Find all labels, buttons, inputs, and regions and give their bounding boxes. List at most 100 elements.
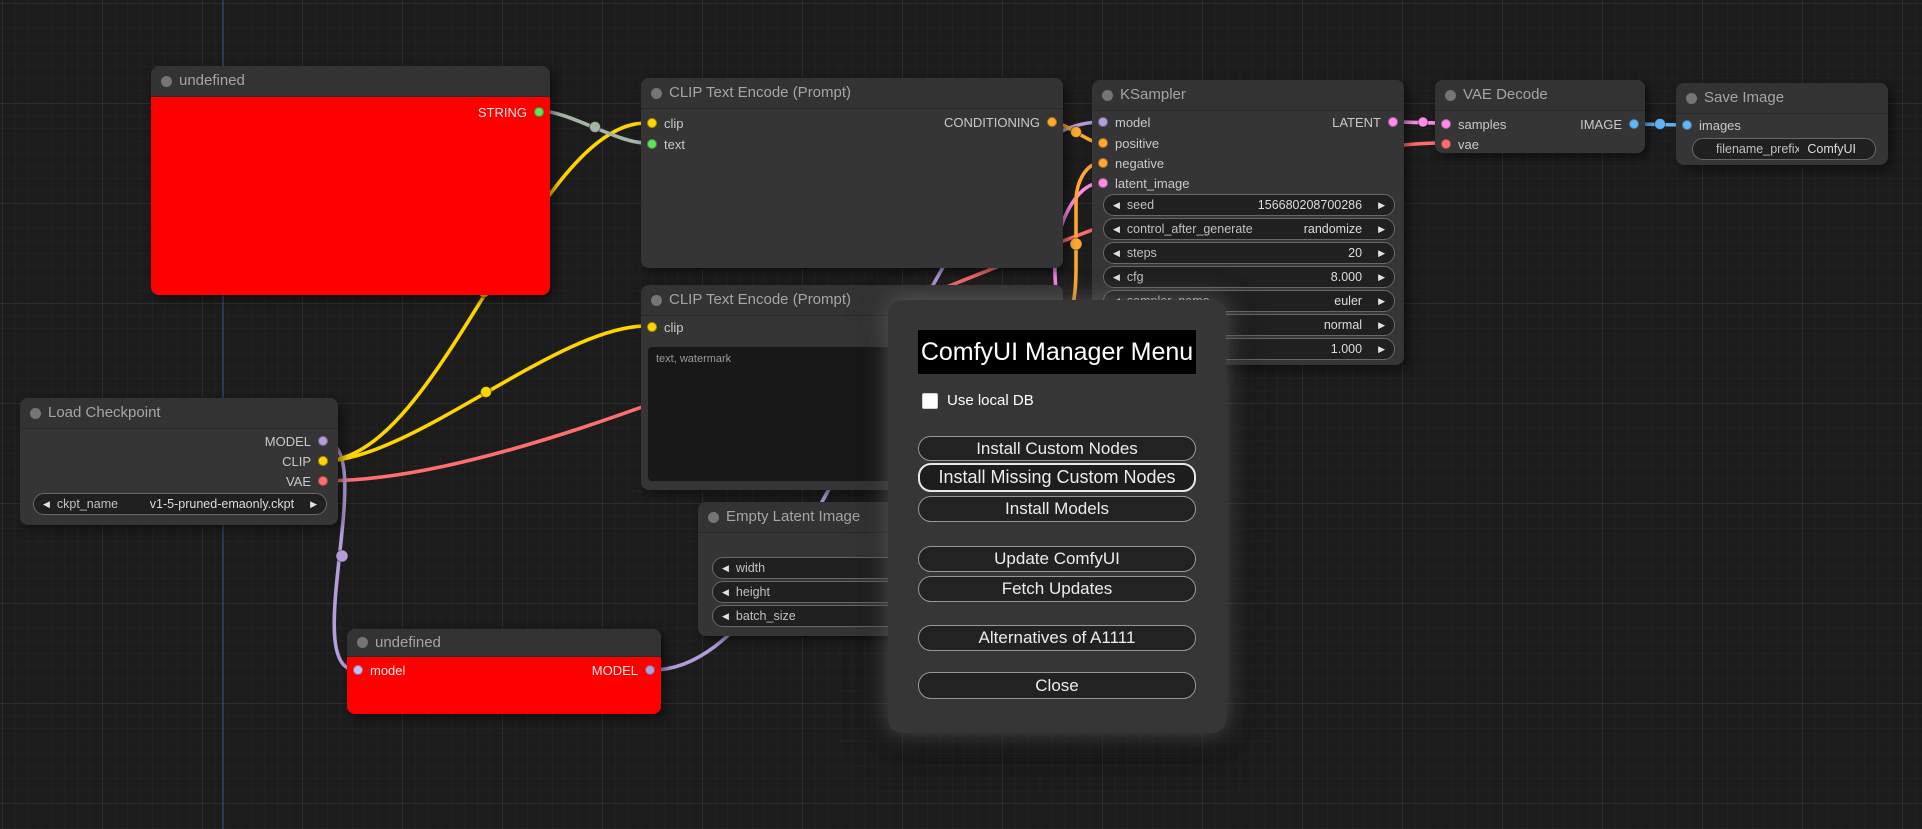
update-comfyui-button[interactable]: Update ComfyUI [918,546,1196,572]
port-label: CONDITIONING [943,114,1040,130]
node-load-checkpoint[interactable]: Load Checkpoint MODEL CLIP VAE ◀ ckpt_na… [20,398,338,525]
control-after-generate-widget[interactable]: ◀ control_after_generate randomize ▶ [1103,218,1395,240]
collapse-dot-icon[interactable] [708,512,719,523]
port-label: IMAGE [1580,116,1622,132]
node-title-bar[interactable]: Save Image [1676,83,1888,114]
install-models-button[interactable]: Install Models [918,496,1196,522]
install-custom-nodes-button[interactable]: Install Custom Nodes [918,436,1196,461]
node-title: CLIP Text Encode (Prompt) [669,84,852,101]
model-port-icon[interactable] [645,665,655,675]
conditioning-port-icon[interactable] [1098,138,1108,148]
fetch-updates-button[interactable]: Fetch Updates [918,576,1196,602]
link-dot [1654,118,1666,130]
collapse-dot-icon[interactable] [1686,93,1697,104]
port-label: STRING [477,104,527,120]
error-node-body: model MODEL [347,657,661,714]
output-model[interactable]: MODEL [347,660,661,680]
clip-port-icon[interactable] [318,456,328,466]
node-title: CLIP Text Encode (Prompt) [669,291,852,308]
node-clip-text-encode-top[interactable]: CLIP Text Encode (Prompt) clip text COND… [641,78,1063,268]
node-save-image[interactable]: Save Image images filename_prefix ComfyU… [1676,83,1888,165]
input-negative[interactable]: negative [1092,153,1404,173]
port-label: clip [664,319,684,335]
image-port-icon[interactable] [1682,120,1692,130]
input-images[interactable]: images [1676,115,1888,135]
decrement-arrow-icon[interactable]: ◀ [1113,272,1120,283]
decrement-arrow-icon[interactable]: ◀ [1113,248,1120,259]
input-latent-image[interactable]: latent_image [1092,173,1404,193]
increment-arrow-icon[interactable]: ▶ [1378,248,1385,259]
output-model[interactable]: MODEL [20,431,338,451]
collapse-dot-icon[interactable] [1445,90,1456,101]
node-undefined-bottom[interactable]: undefined model MODEL [347,629,661,714]
output-conditioning[interactable]: CONDITIONING [641,112,1063,132]
output-latent[interactable]: LATENT [1092,112,1404,132]
collapse-dot-icon[interactable] [1102,90,1113,101]
increment-arrow-icon[interactable]: ▶ [1378,344,1385,355]
decrement-arrow-icon[interactable]: ◀ [43,499,50,510]
increment-arrow-icon[interactable]: ▶ [1378,296,1385,307]
decrement-arrow-icon[interactable]: ◀ [722,563,729,574]
increment-arrow-icon[interactable]: ▶ [1378,200,1385,211]
node-title: Save Image [1704,89,1785,106]
increment-arrow-icon[interactable]: ▶ [1378,272,1385,283]
increment-arrow-icon[interactable]: ▶ [1378,224,1385,235]
conditioning-port-icon[interactable] [1098,158,1108,168]
collapse-dot-icon[interactable] [161,76,172,87]
conditioning-port-icon[interactable] [1047,117,1057,127]
node-vae-decode[interactable]: VAE Decode samples vae IMAGE [1435,80,1645,153]
node-title-bar[interactable]: VAE Decode [1435,80,1645,111]
node-title-bar[interactable]: undefined [151,66,550,97]
seed-widget[interactable]: ◀ seed 156680208700286 ▶ [1103,194,1395,216]
string-port-icon[interactable] [534,107,544,117]
output-vae[interactable]: VAE [20,471,338,491]
node-title-bar[interactable]: undefined [347,629,661,657]
image-port-icon[interactable] [1629,119,1639,129]
use-local-db-label: Use local DB [947,392,1034,409]
collapse-dot-icon[interactable] [651,295,662,306]
alternatives-of-a1111-button[interactable]: Alternatives of A1111 [918,625,1196,651]
model-port-icon[interactable] [318,436,328,446]
output-image[interactable]: IMAGE [1435,114,1645,134]
input-text[interactable]: text [641,134,1063,154]
decrement-arrow-icon[interactable]: ◀ [1113,224,1120,235]
output-clip[interactable]: CLIP [20,451,338,471]
input-positive[interactable]: positive [1092,133,1404,153]
node-undefined-top[interactable]: undefined STRING [151,66,550,295]
ckpt-name-widget[interactable]: ◀ ckpt_name v1-5-pruned-emaonly.ckpt ▶ [33,493,327,515]
steps-widget[interactable]: ◀ steps 20 ▶ [1103,242,1395,264]
decrement-arrow-icon[interactable]: ◀ [1113,200,1120,211]
cfg-widget[interactable]: ◀ cfg 8.000 ▶ [1103,266,1395,288]
vae-port-icon[interactable] [1441,139,1451,149]
node-title: undefined [179,72,245,89]
link-dot [589,121,601,133]
node-title: undefined [375,634,441,651]
clip-port-icon[interactable] [647,322,657,332]
output-string[interactable]: STRING [151,102,550,122]
string-port-icon[interactable] [647,139,657,149]
collapse-dot-icon[interactable] [357,637,368,648]
latent-port-icon[interactable] [1388,117,1398,127]
latent-port-icon[interactable] [1098,178,1108,188]
collapse-dot-icon[interactable] [651,88,662,99]
link-dot [480,386,492,398]
install-missing-custom-nodes-button[interactable]: Install Missing Custom Nodes [918,463,1196,492]
use-local-db-checkbox[interactable] [922,392,938,409]
increment-arrow-icon[interactable]: ▶ [310,499,317,510]
filename-prefix-widget[interactable]: filename_prefix ComfyUI [1692,138,1876,160]
increment-arrow-icon[interactable]: ▶ [1378,320,1385,331]
collapse-dot-icon[interactable] [30,408,41,419]
node-title-bar[interactable]: CLIP Text Encode (Prompt) [641,78,1063,109]
decrement-arrow-icon[interactable]: ◀ [722,587,729,598]
node-title-bar[interactable]: Load Checkpoint [20,398,338,429]
input-vae[interactable]: vae [1435,134,1645,154]
port-label: VAE [285,473,311,489]
node-title: KSampler [1120,86,1186,103]
node-title: VAE Decode [1463,86,1548,103]
close-button[interactable]: Close [918,672,1196,699]
decrement-arrow-icon[interactable]: ◀ [722,611,729,622]
node-title-bar[interactable]: KSampler [1092,80,1404,111]
port-label: positive [1115,135,1160,151]
vae-port-icon[interactable] [318,476,328,486]
wire-clip-b [321,324,648,463]
